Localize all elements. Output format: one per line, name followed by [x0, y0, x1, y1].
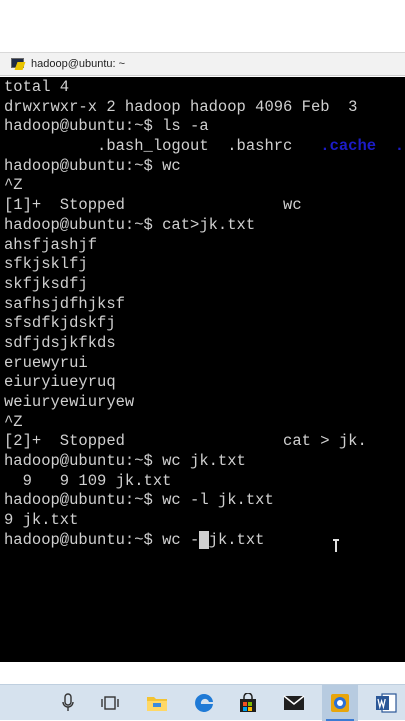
terminal-line: [1]+ Stopped wc: [4, 196, 302, 215]
top-blank-area: [0, 0, 405, 52]
store-icon[interactable]: [230, 685, 266, 721]
terminal-line: drwxrwxr-x 2 hadoop hadoop 4096 Feb 3: [4, 97, 358, 116]
text-cursor: [199, 530, 209, 549]
dir-local: .l: [394, 137, 405, 156]
outlook-icon[interactable]: [322, 685, 358, 721]
terminal-line: total 4: [4, 78, 70, 96]
terminal-output: total 4 drwxrwxr-x 2 hadoop hadoop 4096 …: [4, 78, 405, 551]
command-input-line[interactable]: hadoop@ubuntu:~$ wc - jk.txt: [4, 530, 405, 551]
terminal-line: hadoop@ubuntu:~$ cat>jk.txt: [4, 215, 256, 234]
putty-icon: [10, 57, 26, 71]
terminal-line: ^Z: [4, 176, 23, 195]
terminal-line: ahsfjashjf: [4, 235, 98, 254]
terminal-line: 9 9 109 jk.txt: [4, 471, 172, 490]
dir-cache: .cache: [320, 137, 377, 156]
terminal-line: hadoop@ubuntu:~$ ls -a: [4, 117, 209, 136]
task-view-icon[interactable]: [92, 685, 128, 721]
terminal-line: eiuryiueyruq: [4, 373, 116, 392]
ls-sep: [209, 137, 228, 155]
word-icon[interactable]: [368, 685, 404, 721]
terminal-line: safhsjdfhjksf: [4, 294, 125, 313]
terminal-line: eruewyrui: [4, 353, 88, 372]
terminal-line: sdfjdsjkfkds: [4, 333, 116, 352]
ls-listing-line: .bash_logout .bashrc .cache .l: [4, 137, 405, 157]
terminal-line: hadoop@ubuntu:~$ wc: [4, 156, 181, 175]
edge-icon[interactable]: [186, 685, 222, 721]
terminal-area[interactable]: total 4 drwxrwxr-x 2 hadoop hadoop 4096 …: [0, 77, 405, 552]
input-text: jk.txt: [208, 530, 265, 549]
window-title: hadoop@ubuntu: ~: [31, 58, 126, 70]
microphone-icon[interactable]: [50, 685, 86, 721]
blank-strip: [0, 662, 405, 684]
ls-indent: [4, 137, 97, 155]
terminal-line: ^Z: [4, 412, 23, 431]
ls-sep: [292, 137, 320, 155]
file-bashrc: .bashrc: [227, 137, 293, 156]
terminal-line: hadoop@ubuntu:~$ wc jk.txt: [4, 452, 246, 471]
taskbar: [0, 684, 405, 721]
file-explorer-icon[interactable]: [139, 685, 175, 721]
window-titlebar[interactable]: hadoop@ubuntu: ~: [0, 52, 405, 76]
terminal-line: weiuryewiuryew: [4, 393, 135, 411]
terminal-line: [2]+ Stopped cat > jk.: [4, 432, 367, 451]
file-bash-logout: .bash_logout: [97, 137, 209, 156]
video-letterbox: [0, 552, 405, 662]
prompt-text: hadoop@ubuntu:~$ wc -: [4, 530, 200, 549]
terminal-line: skfjksdfj: [4, 274, 88, 293]
terminal-line: sfsdfkjdskfj: [4, 314, 116, 333]
ls-sep: [376, 137, 395, 155]
terminal-line: 9 jk.txt: [4, 511, 79, 530]
terminal-line: hadoop@ubuntu:~$ wc -l jk.txt: [4, 491, 274, 510]
mail-icon[interactable]: [276, 685, 312, 721]
terminal-line: sfkjsklfj: [4, 255, 88, 274]
